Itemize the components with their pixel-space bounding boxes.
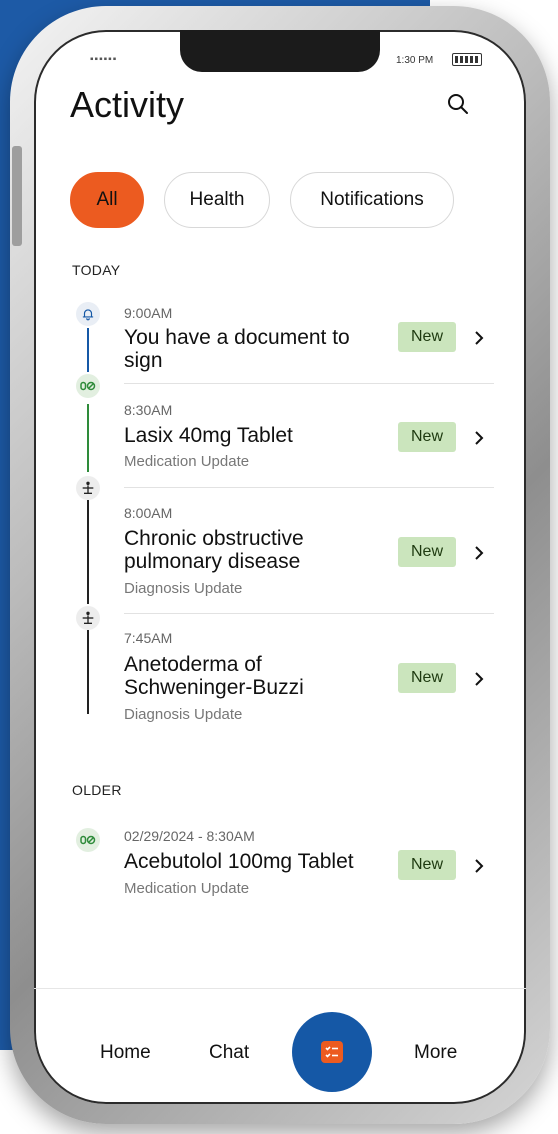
activity-subtitle: Diagnosis Update (124, 580, 243, 597)
battery-icon (452, 53, 482, 66)
activity-title[interactable]: Lasix 40mg Tablet (124, 424, 394, 447)
nav-chat[interactable]: Chat (209, 1042, 249, 1064)
signal-indicator: ▪▪▪▪▪▪ (90, 54, 118, 65)
activity-subtitle: Diagnosis Update (124, 706, 243, 723)
chevron-right-icon[interactable] (472, 543, 486, 563)
timeline-line (87, 500, 89, 604)
list-divider (124, 487, 494, 488)
new-badge: New (398, 422, 456, 452)
activity-time: 8:30AM (124, 402, 173, 418)
section-label-older: OLDER (72, 782, 122, 798)
activity-title[interactable]: You have a document to sign (124, 326, 394, 372)
activity-subtitle: Medication Update (124, 453, 250, 470)
list-divider (124, 613, 494, 614)
activity-time: 8:00AM (124, 505, 173, 521)
activity-fab-button[interactable] (292, 1012, 372, 1092)
bell-icon (76, 302, 100, 326)
status-time: 1:30 PM (396, 55, 434, 66)
list-divider (124, 383, 494, 384)
phone-screen: ▪▪▪▪▪▪ 1:30 PM Activity All Health Notif… (34, 30, 526, 1104)
nav-home[interactable]: Home (100, 1042, 151, 1064)
pill-icon (76, 374, 100, 398)
phone-side-button (12, 146, 22, 246)
nav-more[interactable]: More (414, 1042, 457, 1064)
pill-icon (76, 828, 100, 852)
activity-time: 9:00AM (124, 305, 173, 321)
search-icon[interactable] (446, 92, 470, 116)
filter-chip-health[interactable]: Health (164, 172, 270, 228)
new-badge: New (398, 663, 456, 693)
chevron-right-icon[interactable] (472, 669, 486, 689)
bottom-nav-divider (34, 988, 526, 989)
activity-time: 02/29/2024 - 8:30AM (124, 828, 255, 844)
new-badge: New (398, 322, 456, 352)
section-label-today: TODAY (72, 262, 121, 278)
filter-chip-all[interactable]: All (70, 172, 144, 228)
chevron-right-icon[interactable] (472, 856, 486, 876)
page-title: Activity (70, 84, 185, 125)
phone-notch (180, 30, 380, 72)
activity-time: 7:45AM (124, 630, 173, 646)
task-list-icon (321, 1041, 343, 1063)
timeline-line (87, 328, 89, 372)
chevron-right-icon[interactable] (472, 328, 486, 348)
new-badge: New (398, 537, 456, 567)
activity-title[interactable]: Chronic obstructive pulmonary disease (124, 527, 394, 573)
activity-title[interactable]: Anetoderma of Schweninger-Buzzi (124, 653, 394, 699)
diagnosis-icon (76, 476, 100, 500)
activity-subtitle: Medication Update (124, 880, 250, 897)
activity-title[interactable]: Acebutolol 100mg Tablet (124, 850, 404, 873)
filter-chip-notifications[interactable]: Notifications (290, 172, 454, 228)
chevron-right-icon[interactable] (472, 428, 486, 448)
new-badge: New (398, 850, 456, 880)
diagnosis-icon (76, 606, 100, 630)
timeline-line (87, 404, 89, 472)
timeline-line (87, 630, 89, 714)
